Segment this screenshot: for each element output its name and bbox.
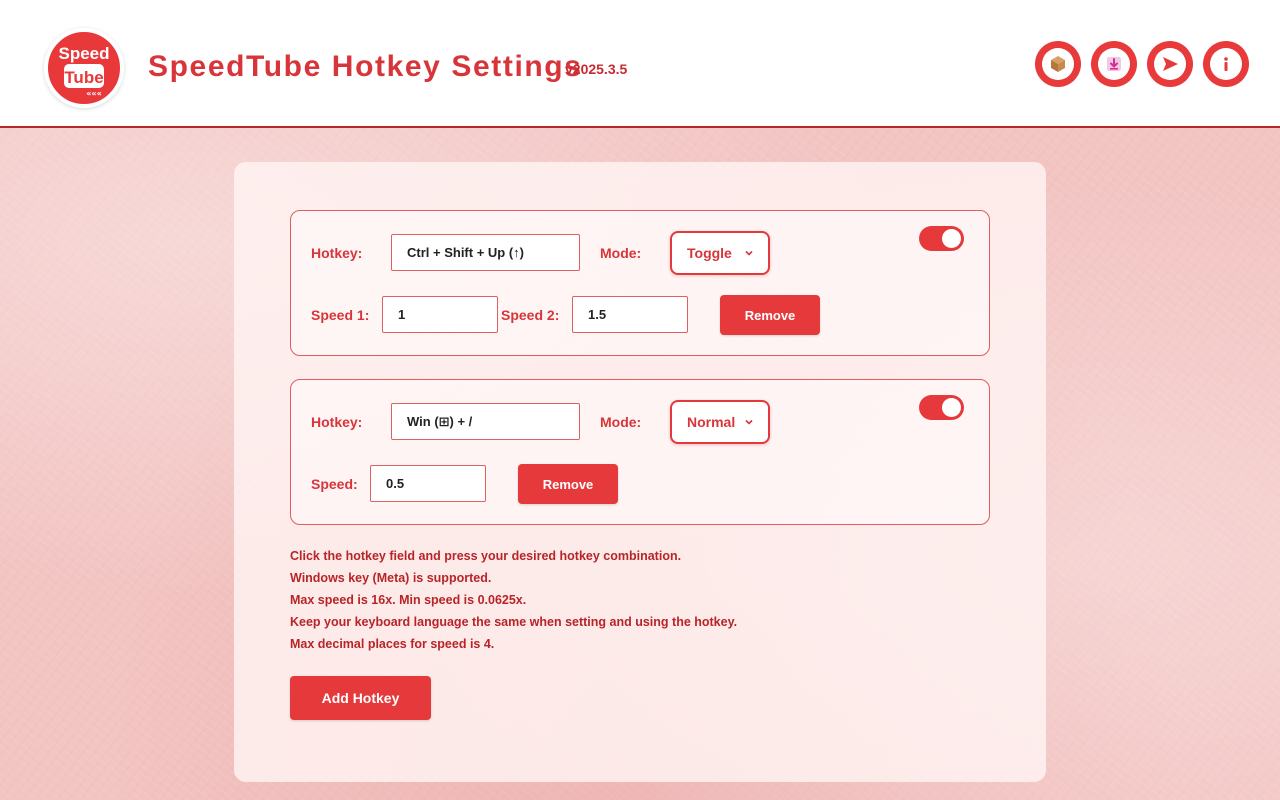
mode-label: Mode: <box>600 414 642 430</box>
speed1-label: Speed 1: <box>311 307 370 323</box>
send-button[interactable] <box>1147 41 1193 87</box>
speed-label: Speed: <box>311 476 358 492</box>
remove-button[interactable]: Remove <box>720 295 820 335</box>
help-note: Max decimal places for speed is 4. <box>290 637 495 651</box>
mode-select[interactable]: Normal <box>670 400 770 444</box>
package-icon <box>1051 56 1065 72</box>
speed-input[interactable]: 0.5 <box>370 465 486 502</box>
logo-text-tube: Tube <box>64 68 103 87</box>
hotkey-entry-1 <box>290 210 990 356</box>
download-button[interactable] <box>1091 41 1137 87</box>
mode-label: Mode: <box>600 245 642 261</box>
mode-select-value: Normal <box>687 414 736 430</box>
chevron-down-icon <box>745 419 753 425</box>
mode-select[interactable]: Toggle <box>670 231 770 275</box>
speedtube-logo: Speed Tube ««« <box>44 28 124 108</box>
speed2-input[interactable]: 1.5 <box>572 296 688 333</box>
speed2-label: Speed 2: <box>501 307 560 323</box>
info-button[interactable] <box>1203 41 1249 87</box>
hotkey-entry-2 <box>290 379 990 525</box>
page-title: SpeedTube Hotkey Settings <box>148 50 583 83</box>
mode-select-value: Toggle <box>687 245 732 261</box>
svg-text:«««: ««« <box>86 89 102 98</box>
package-button[interactable] <box>1035 41 1081 87</box>
hotkey-input[interactable]: Win (⊞) + / <box>391 403 580 440</box>
add-hotkey-button[interactable]: Add Hotkey <box>290 676 431 720</box>
speed1-input[interactable]: 1 <box>382 296 498 333</box>
help-note: Max speed is 16x. Min speed is 0.0625x. <box>290 593 527 607</box>
remove-button[interactable]: Remove <box>518 464 618 504</box>
enable-toggle[interactable] <box>919 395 964 420</box>
chevron-down-icon <box>745 250 753 256</box>
logo-text-speed: Speed <box>58 44 109 63</box>
send-icon <box>1163 57 1178 71</box>
app-header: Speed Tube ««« SpeedTube Hotkey Settings… <box>0 0 1280 128</box>
hotkey-label: Hotkey: <box>311 414 363 430</box>
hotkey-input[interactable]: Ctrl + Shift + Up (↑) <box>391 234 580 271</box>
help-note: Keep your keyboard language the same whe… <box>290 615 738 629</box>
help-note: Windows key (Meta) is supported. <box>290 571 492 585</box>
enable-toggle[interactable] <box>919 226 964 251</box>
version-label: v2025.3.5 <box>565 61 628 77</box>
hotkey-label: Hotkey: <box>311 245 363 261</box>
download-icon <box>1107 57 1121 71</box>
info-icon <box>1224 57 1228 71</box>
help-note: Click the hotkey field and press your de… <box>290 549 682 563</box>
